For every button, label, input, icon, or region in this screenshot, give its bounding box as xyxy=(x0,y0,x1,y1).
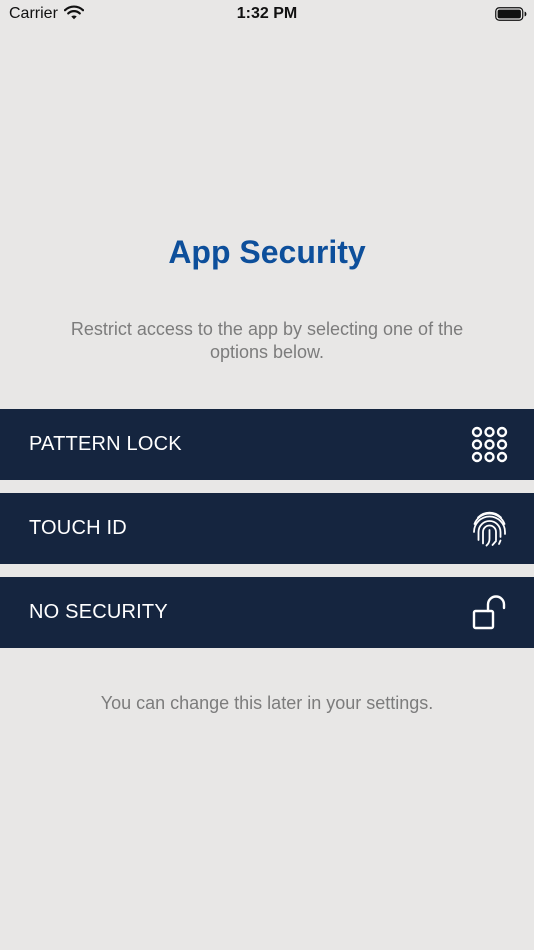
status-bar: Carrier 1:32 PM xyxy=(0,0,534,28)
page-title: App Security xyxy=(168,234,366,270)
touch-id-label: TOUCH ID xyxy=(29,517,127,539)
pattern-grid-icon xyxy=(471,426,508,463)
page-subtitle: Restrict access to the app by selecting … xyxy=(70,319,464,362)
no-security-label: NO SECURITY xyxy=(29,601,168,623)
touch-id-button[interactable]: TOUCH ID xyxy=(0,493,534,564)
no-security-button[interactable]: NO SECURITY xyxy=(0,577,534,648)
status-time: 1:32 PM xyxy=(236,5,298,22)
unlocked-padlock-icon xyxy=(471,594,508,631)
fingerprint-icon xyxy=(471,510,508,547)
settings-footnote: You can change this later in your settin… xyxy=(100,693,434,713)
pattern-lock-button[interactable]: PATTERN LOCK xyxy=(0,409,534,480)
battery-icon xyxy=(495,7,527,26)
pattern-lock-label: PATTERN LOCK xyxy=(29,433,182,455)
